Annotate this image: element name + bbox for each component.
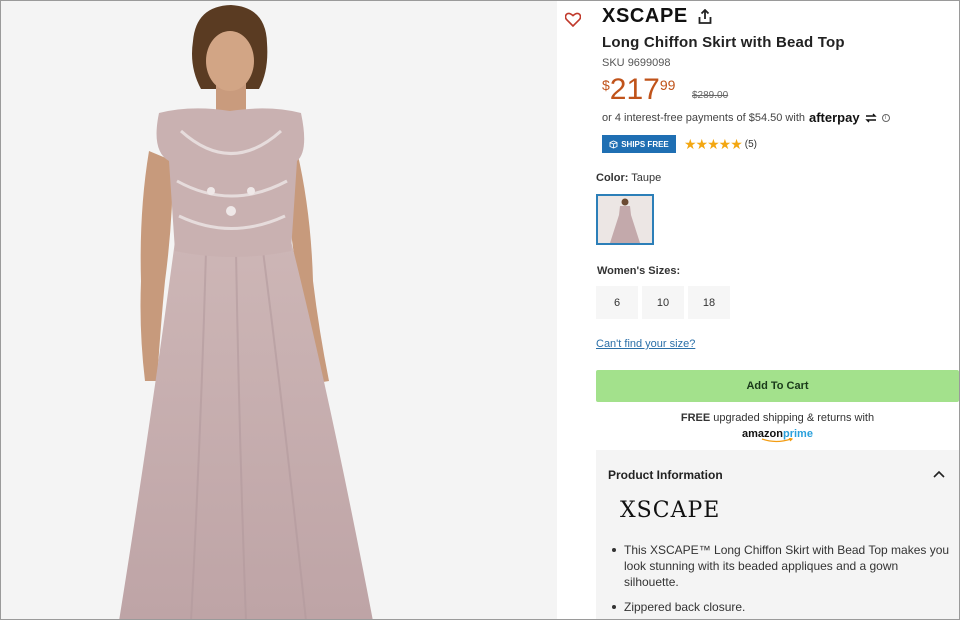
- product-details: XSCAPE Long Chiffon Skirt with Bead Top …: [591, 1, 959, 619]
- list-item: This XSCAPE™ Long Chiffon Skirt with Bea…: [610, 542, 952, 590]
- afterpay-logo: afterpay: [809, 110, 860, 125]
- afterpay-arrows-icon: [864, 113, 877, 122]
- free-label: FREE: [680, 412, 711, 424]
- ships-free-label: SHIPS FREE: [621, 139, 669, 149]
- sku: SKU 9699098: [602, 57, 671, 69]
- sale-price: $ 217 99: [602, 74, 675, 106]
- product-info-list: This XSCAPE™ Long Chiffon Skirt with Bea…: [610, 542, 952, 619]
- size-options: 6 10 18: [596, 286, 730, 319]
- color-value: Taupe: [631, 172, 662, 184]
- price-cents: 99: [659, 77, 676, 93]
- free-shipping-text: FREE upgraded shipping & returns with: [596, 412, 959, 424]
- color-swatch-taupe[interactable]: [596, 194, 654, 245]
- afterpay-row: or 4 interest-free payments of $54.50 wi…: [602, 110, 890, 125]
- prime-amazon: amazon: [742, 428, 783, 440]
- size-label: Women's Sizes:: [597, 265, 681, 277]
- brand-name[interactable]: XSCAPE: [602, 5, 688, 28]
- prime-word: prime: [783, 428, 813, 440]
- share-icon[interactable]: [697, 8, 713, 25]
- box-icon: [609, 140, 618, 148]
- product-information-heading[interactable]: Product Information: [608, 468, 723, 482]
- model-photo: [119, 5, 373, 619]
- chevron-up-icon[interactable]: [933, 470, 945, 478]
- price-currency: $: [602, 77, 610, 93]
- amazon-prime-logo: amazonprime: [596, 428, 959, 443]
- swatch-thumbnail: [610, 198, 640, 243]
- heart-icon: [565, 12, 581, 27]
- size-option-18[interactable]: 18: [688, 286, 730, 319]
- product-title: Long Chiffon Skirt with Bead Top: [602, 34, 845, 51]
- info-icon[interactable]: i: [881, 113, 890, 122]
- find-size-link[interactable]: Can't find your size?: [596, 338, 695, 350]
- rating[interactable]: ★★★★★ (5): [684, 136, 757, 152]
- afterpay-text: or 4 interest-free payments of $54.50 wi…: [602, 111, 805, 124]
- brand-row: XSCAPE: [602, 5, 713, 28]
- star-icon: ★★★★★: [684, 136, 743, 152]
- product-image[interactable]: [1, 1, 557, 619]
- sku-label: SKU: [602, 57, 625, 69]
- product-information-section: Product Information XSCAPE This XSCAPE™ …: [596, 450, 959, 619]
- original-price: $289.00: [692, 90, 729, 101]
- add-to-cart-button[interactable]: Add To Cart: [596, 370, 959, 402]
- size-option-10[interactable]: 10: [642, 286, 684, 319]
- brand-logo: XSCAPE: [620, 498, 721, 523]
- product-page: XSCAPE Long Chiffon Skirt with Bead Top …: [0, 0, 960, 620]
- price-dollars: 217: [609, 73, 660, 106]
- color-label: Color: Taupe: [596, 172, 661, 184]
- size-option-6[interactable]: 6: [596, 286, 638, 319]
- color-label-title: Color:: [596, 172, 629, 184]
- list-item: Zippered back closure.: [610, 599, 952, 615]
- free-shipping-detail: upgraded shipping & returns with: [713, 412, 875, 424]
- favorite-button[interactable]: [558, 4, 588, 34]
- review-count[interactable]: (5): [745, 139, 757, 150]
- sku-value: 9699098: [627, 57, 671, 69]
- ships-free-badge: SHIPS FREE: [602, 135, 676, 153]
